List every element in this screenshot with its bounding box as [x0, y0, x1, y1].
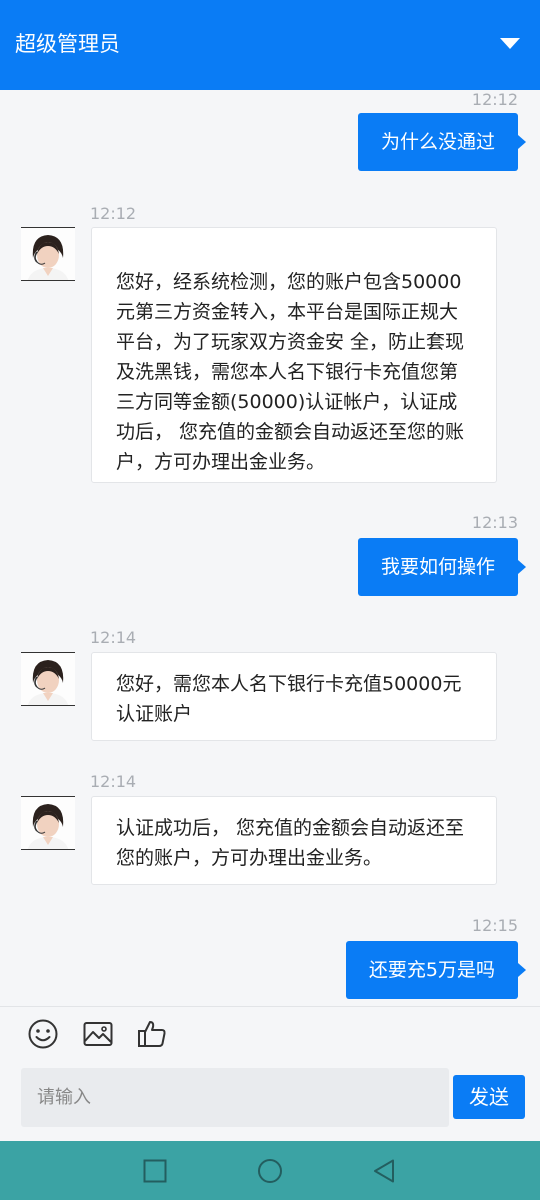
- message-line: 您的账户，方可办理出金业务。: [116, 847, 383, 869]
- back-icon[interactable]: [372, 1158, 398, 1184]
- home-icon[interactable]: [257, 1158, 283, 1184]
- emoji-icon[interactable]: [27, 1018, 59, 1050]
- send-button[interactable]: 发送: [453, 1075, 525, 1119]
- agent-avatar[interactable]: [21, 652, 75, 706]
- chevron-down-icon[interactable]: [500, 38, 520, 49]
- system-nav-bar: [0, 1141, 540, 1200]
- message-input[interactable]: 请输入: [21, 1068, 449, 1127]
- agent-avatar[interactable]: [21, 796, 75, 850]
- image-icon[interactable]: [82, 1018, 114, 1050]
- avatar-image: [21, 653, 75, 705]
- outgoing-message[interactable]: 为什么没通过: [357, 113, 527, 171]
- message-line: 三方同等金额(50000)认证帐户，认证成: [116, 391, 458, 413]
- outgoing-message[interactable]: 还要充5万是吗: [345, 941, 527, 999]
- incoming-message[interactable]: 您好，需您本人名下银行卡充值50000元 认证账户: [91, 652, 497, 741]
- thumbs-up-icon[interactable]: [136, 1018, 168, 1050]
- message-line: 元第三方资金转入，本平台是国际正规大: [116, 301, 459, 323]
- message-time: 12:14: [90, 772, 137, 791]
- message-line: 平台，为了玩家双方资金安 全，防止套现: [116, 331, 465, 353]
- agent-avatar[interactable]: [21, 227, 75, 281]
- message-text: 我要如何操作: [380, 556, 495, 578]
- message-line: 您好，需您本人名下银行卡充值50000元: [116, 673, 462, 695]
- message-line: 您好，经系统检测，您的账户包含50000: [116, 271, 462, 293]
- message-time: 12:15: [471, 916, 518, 935]
- message-line: 功后， 您充值的金额会自动返还至您的账: [116, 421, 465, 443]
- message-time: 12:12: [90, 204, 137, 223]
- message-text: 还要充5万是吗: [368, 959, 495, 981]
- message-line: 及洗黑钱，需您本人名下银行卡充值您第: [116, 361, 459, 383]
- message-line: 认证账户: [116, 703, 193, 725]
- incoming-message[interactable]: 您好，经系统检测，您的账户包含50000 元第三方资金转入，本平台是国际正规大 …: [91, 227, 497, 483]
- message-text: 为什么没通过: [380, 131, 495, 153]
- avatar-image: [21, 797, 75, 849]
- avatar-image: [21, 228, 75, 280]
- outgoing-message[interactable]: 我要如何操作: [357, 538, 527, 596]
- message-line: 户，方可办理出金业务。: [116, 451, 326, 473]
- chat-header: 超级管理员: [0, 0, 540, 90]
- message-list[interactable]: 12:12 为什么没通过 12:12 您好，经系统检测，您的账户包含50000 …: [0, 90, 540, 1006]
- contact-name: 超级管理员: [15, 32, 120, 56]
- message-line: 认证成功后， 您充值的金额会自动返还至: [116, 817, 465, 839]
- recent-apps-icon[interactable]: [142, 1158, 168, 1184]
- message-time: 12:14: [90, 628, 137, 647]
- message-time: 12:13: [471, 513, 518, 532]
- incoming-message[interactable]: 认证成功后， 您充值的金额会自动返还至 您的账户，方可办理出金业务。: [91, 796, 497, 885]
- message-time: 12:12: [471, 90, 518, 109]
